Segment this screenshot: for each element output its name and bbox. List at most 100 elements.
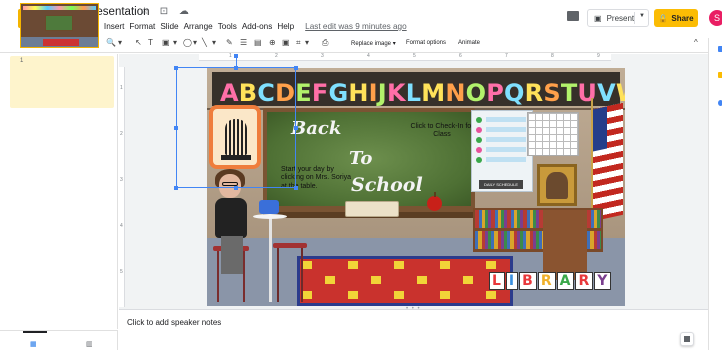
- resize-handle[interactable]: [294, 126, 298, 130]
- menu-arrange[interactable]: Arrange: [184, 22, 213, 31]
- alphabet-letter: N: [445, 79, 466, 107]
- menu-format[interactable]: Format: [129, 22, 155, 31]
- ruler-tick-label: 7: [505, 53, 508, 59]
- collapse-toolbar-icon[interactable]: ^: [694, 38, 698, 47]
- toolbar-icon[interactable]: ▾: [118, 38, 122, 47]
- library-letter: Y: [594, 272, 612, 290]
- menu-insert[interactable]: Insert: [104, 22, 124, 31]
- library-letter: B: [519, 272, 537, 290]
- check-in-link[interactable]: Click to Check-In for Class: [407, 123, 477, 139]
- open-book: [345, 201, 399, 217]
- animate-button[interactable]: Animate: [458, 40, 480, 46]
- alphabet-letter: K: [386, 79, 406, 107]
- resize-handle[interactable]: [174, 66, 178, 70]
- toolbar-icon[interactable]: ▣: [282, 38, 290, 47]
- slide-thumbnail[interactable]: [20, 3, 99, 48]
- ruler-tick-label: 5: [120, 269, 123, 275]
- ruler-tick-label: 5: [413, 53, 416, 59]
- toolbar-icon[interactable]: 🔍: [106, 38, 116, 47]
- filmstrip-view-icon[interactable]: ▦: [30, 340, 37, 348]
- present-dropdown-icon[interactable]: ▼: [639, 13, 645, 19]
- calendar-icon[interactable]: [718, 46, 722, 52]
- vertical-ruler[interactable]: 1 2 3 4 5: [119, 67, 125, 307]
- lock-icon: 🔒: [658, 13, 669, 23]
- share-button[interactable]: 🔒 Share: [654, 9, 698, 27]
- library-letter: L: [489, 272, 505, 290]
- resize-handle[interactable]: [234, 186, 238, 190]
- alphabet-letter: L: [405, 79, 422, 107]
- toolbar-icon[interactable]: ▾: [173, 38, 177, 47]
- framed-portrait[interactable]: [537, 164, 577, 206]
- resize-handle[interactable]: [294, 186, 298, 190]
- title-icons[interactable]: ☆ ⊡ ☁: [140, 6, 193, 17]
- alphabet-letter: F: [311, 79, 329, 107]
- daily-schedule-label: DAILY SCHEDULE: [479, 180, 523, 189]
- ruler-tick-label: 1: [229, 53, 232, 59]
- explore-icon[interactable]: [680, 332, 694, 346]
- grid-view-icon[interactable]: ▥: [86, 340, 93, 348]
- toolbar-icon[interactable]: ▾: [212, 38, 216, 47]
- toolbar-icon[interactable]: ⎙: [322, 38, 328, 48]
- image-selection-box[interactable]: [176, 67, 296, 188]
- slide-thumbnail-selected[interactable]: [10, 56, 114, 108]
- account-avatar[interactable]: S: [709, 10, 722, 26]
- speaker-notes-placeholder[interactable]: Click to add speaker notes: [127, 318, 221, 327]
- library-letter: A: [556, 272, 575, 290]
- alphabet-letter: J: [377, 79, 387, 107]
- toolbar-icon[interactable]: ⌗: [296, 38, 301, 48]
- slides-app: Untitled presentation ☆ ⊡ ☁ FileEditView…: [0, 0, 722, 350]
- ruler-tick-label: 3: [321, 53, 324, 59]
- present-button[interactable]: ▣ Present ▼: [587, 9, 649, 27]
- replace-image-button[interactable]: Replace image ▾: [351, 40, 396, 47]
- alphabet-letter: G: [328, 79, 349, 107]
- chalk-school-text: School: [351, 174, 423, 196]
- toolbar-icon[interactable]: ☰: [240, 38, 247, 47]
- toolbar-icon[interactable]: ▾: [193, 38, 197, 47]
- toolbar-icon[interactable]: ↖: [135, 38, 142, 47]
- library-letter: R: [575, 272, 594, 290]
- library-letter: R: [537, 272, 556, 290]
- tasks-icon[interactable]: [718, 100, 722, 106]
- present-icon: ▣: [594, 13, 602, 23]
- comments-icon[interactable]: [567, 11, 579, 21]
- apple-icon: [427, 192, 442, 211]
- toolbar-icon[interactable]: ▣: [162, 38, 170, 47]
- alphabet-letter: T: [560, 79, 578, 107]
- toolbar-icon[interactable]: ╲: [202, 38, 207, 47]
- alphabet-letter: U: [577, 79, 598, 107]
- rotate-handle[interactable]: [234, 54, 238, 58]
- calendar-grid: [527, 112, 579, 156]
- alphabet-letter: P: [486, 79, 505, 107]
- menu-addons[interactable]: Add-ons: [242, 22, 273, 31]
- ruler-tick-label: 1: [120, 85, 123, 91]
- ruler-tick-label: 2: [120, 131, 123, 137]
- ruler-tick-label: 2: [275, 53, 278, 59]
- resize-handle[interactable]: [174, 186, 178, 190]
- blue-gift: [259, 200, 279, 214]
- horizontal-ruler[interactable]: 1 2 3 4 5 6 7 8 9: [199, 53, 611, 61]
- toolbar-icon[interactable]: ✎: [226, 38, 233, 47]
- classroom-rug: [297, 256, 513, 306]
- format-options-button[interactable]: Format options: [406, 40, 446, 46]
- alphabet-letter: I: [368, 79, 378, 107]
- resize-handle[interactable]: [294, 66, 298, 70]
- alphabet-letter: M: [421, 79, 446, 107]
- ruler-tick-label: 9: [597, 53, 600, 59]
- share-label: Share: [671, 13, 694, 23]
- alphabet-letter: E: [295, 79, 312, 107]
- toolbar-icon[interactable]: ◯: [183, 38, 192, 47]
- present-label: Present: [606, 13, 635, 23]
- round-table: [253, 214, 287, 219]
- toolbar-icon[interactable]: ⊕: [269, 38, 276, 47]
- menu-tools[interactable]: Tools: [218, 22, 237, 31]
- keep-icon[interactable]: [718, 72, 722, 78]
- toolbar-icon[interactable]: ▤: [254, 38, 262, 47]
- resize-handle[interactable]: [174, 126, 178, 130]
- library-sign[interactable]: LIBRARY: [489, 272, 612, 290]
- toolbar-icon[interactable]: ▾: [305, 38, 309, 47]
- menu-help[interactable]: Help: [277, 22, 294, 31]
- menu-slide[interactable]: Slide: [160, 22, 178, 31]
- toolbar-icon[interactable]: T: [148, 38, 153, 47]
- speaker-notes-panel[interactable]: Click to add speaker notes: [119, 309, 708, 350]
- last-edit-link[interactable]: Last edit was 9 minutes ago: [305, 22, 407, 31]
